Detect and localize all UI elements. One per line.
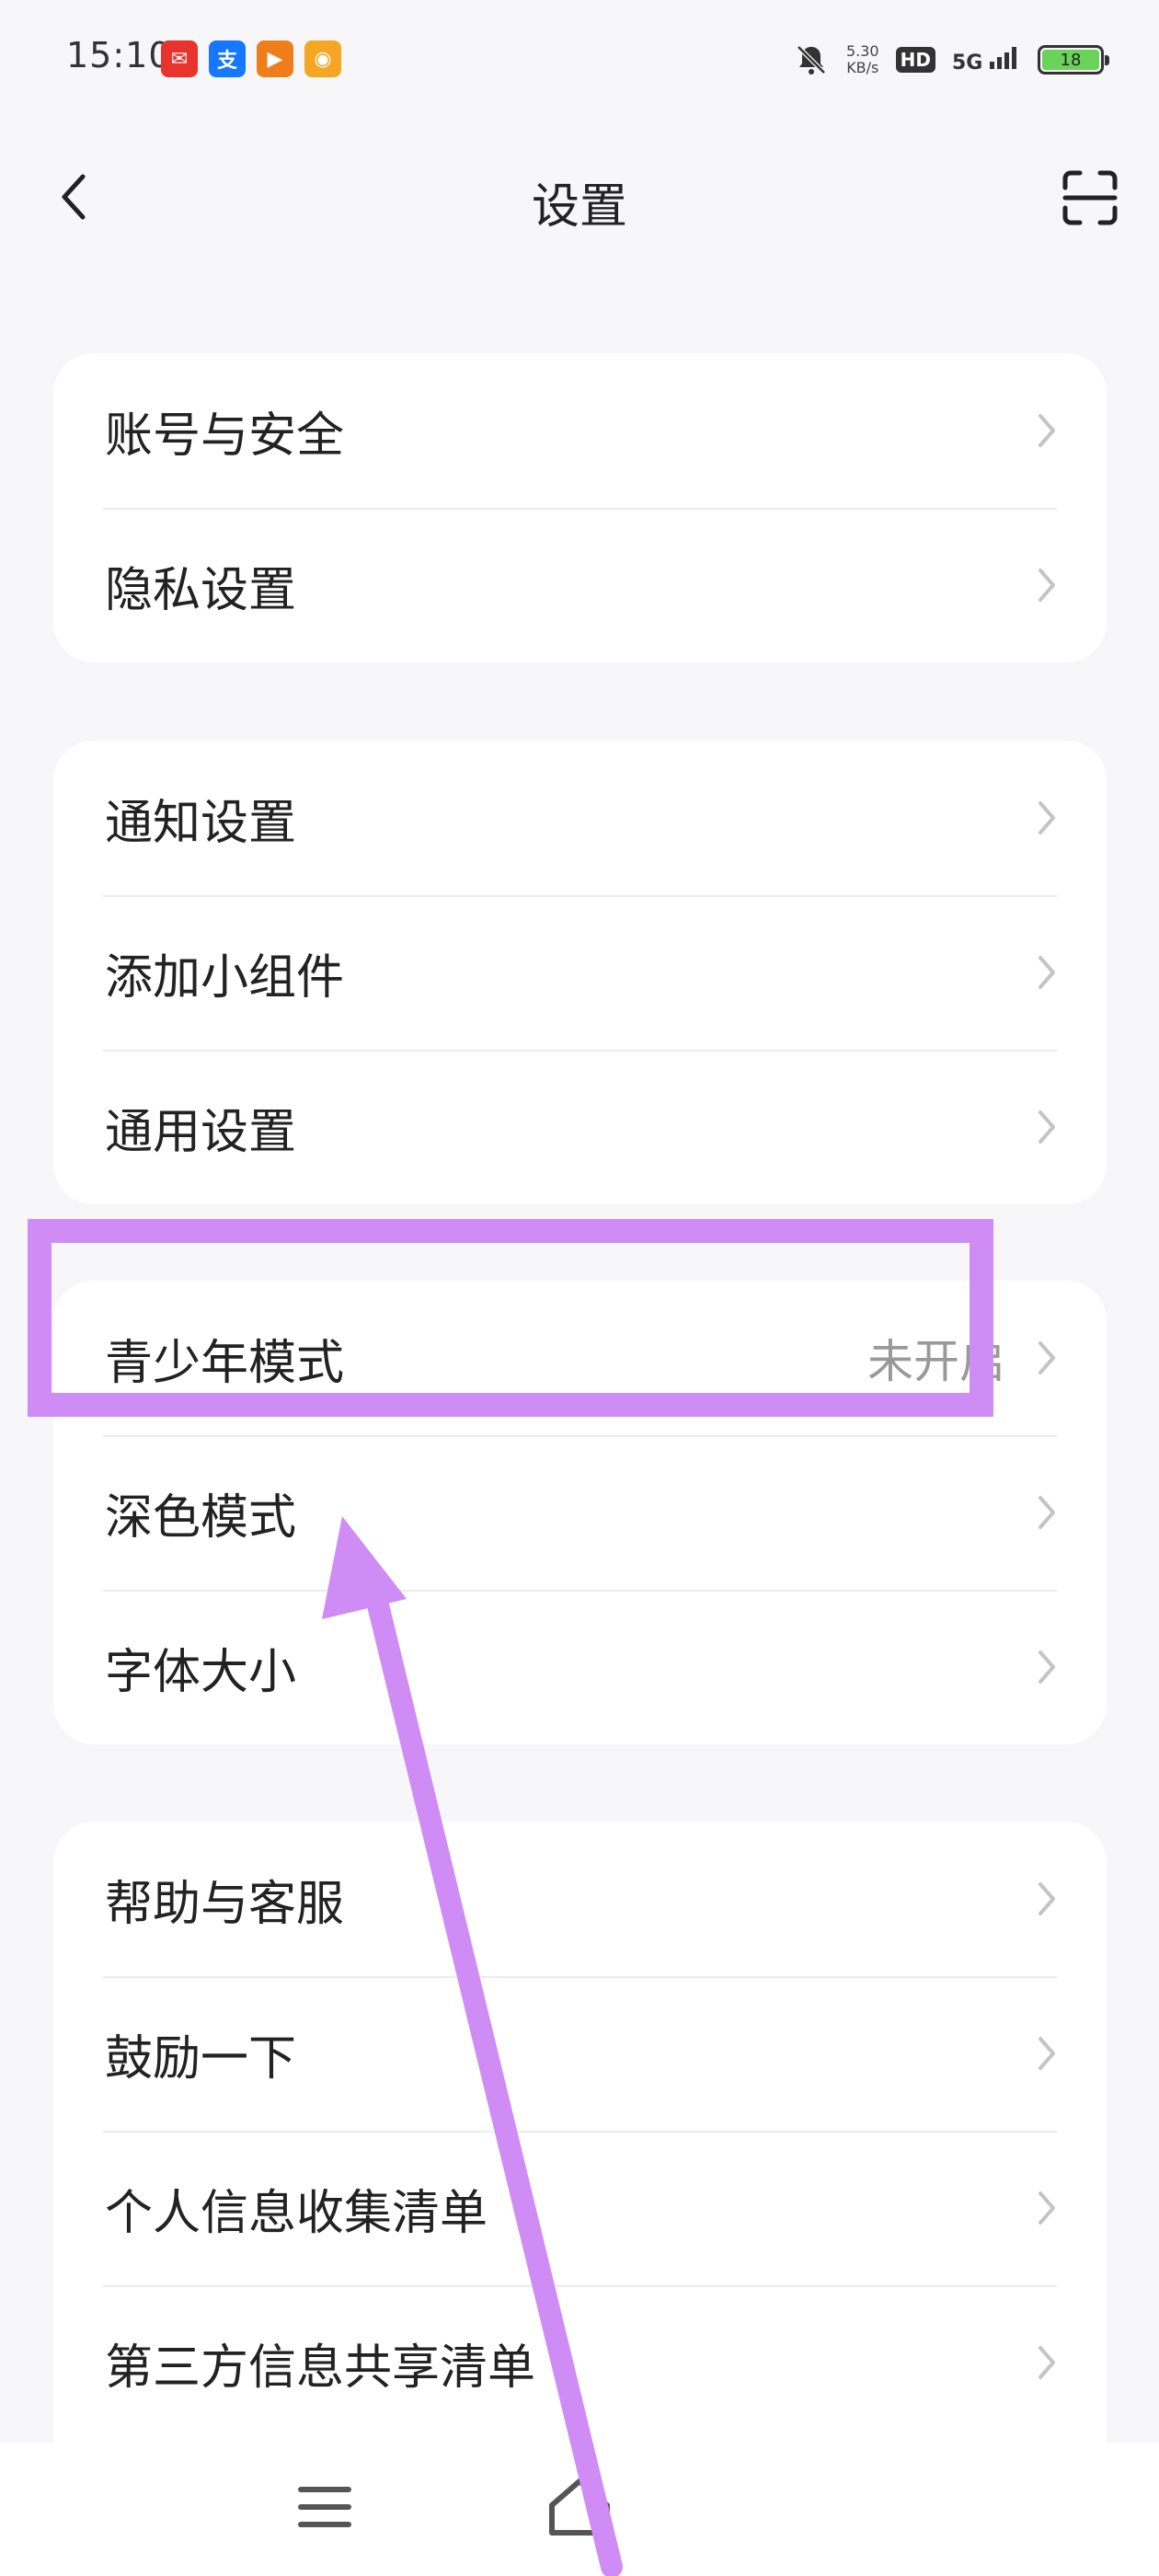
- annotation-arrow-icon: [322, 1516, 623, 2576]
